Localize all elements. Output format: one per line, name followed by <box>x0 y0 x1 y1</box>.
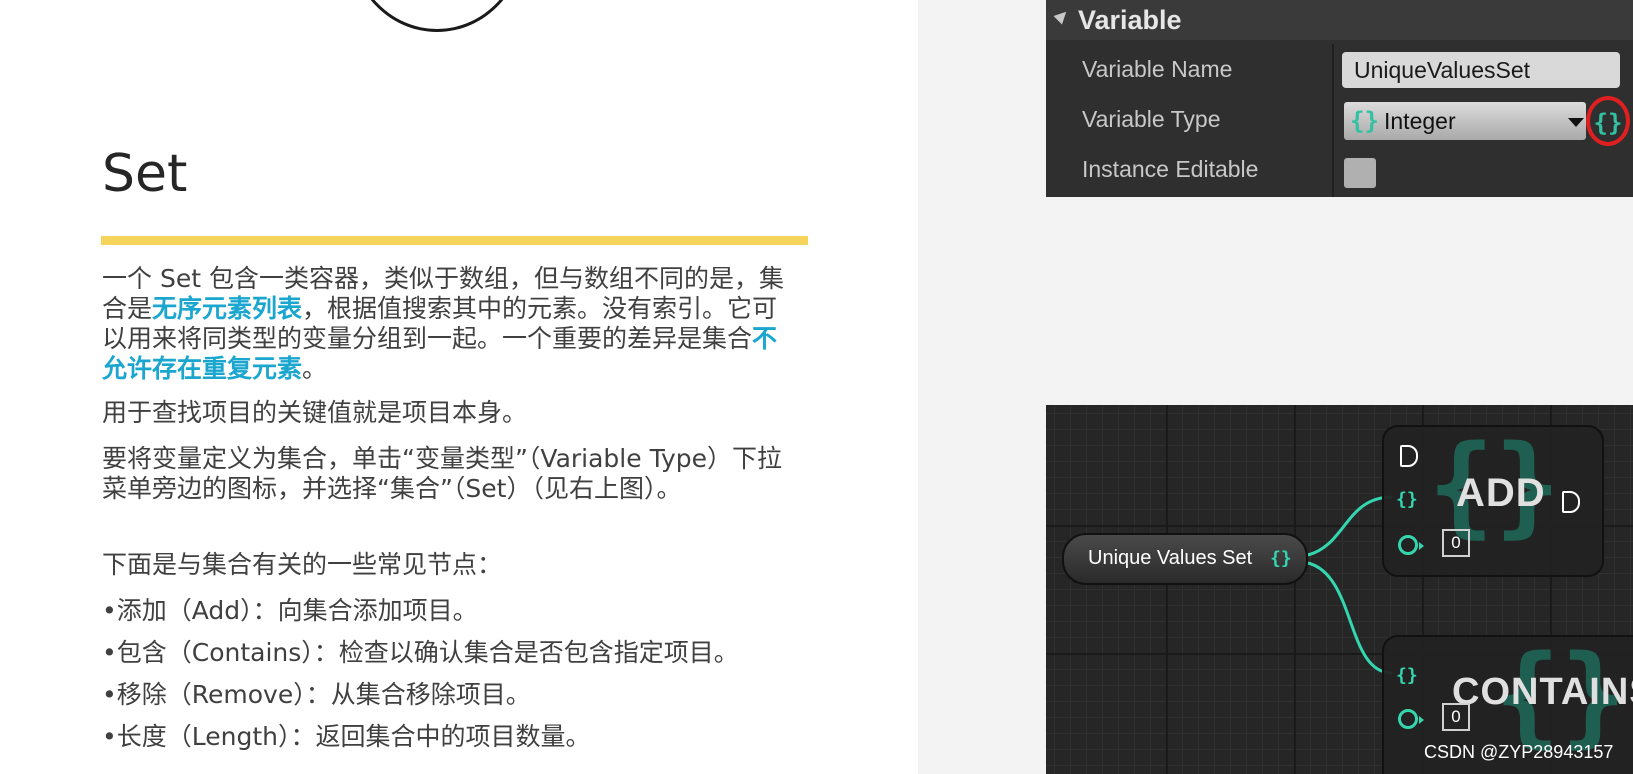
contains-node-title: CONTAINS <box>1452 671 1633 713</box>
exec-in-pin-icon[interactable] <box>1400 445 1418 467</box>
bullet-contains: •包含（Contains）：检查以确认集合是否包含指定项目。 <box>102 638 739 667</box>
wire-to-contains <box>1307 561 1393 675</box>
variable-type-value: Integer <box>1384 108 1456 134</box>
variable-type-label: Variable Type <box>1082 106 1221 132</box>
section-title: Variable <box>1078 5 1182 35</box>
watermark: CSDN @ZYP28943157 <box>1424 742 1614 762</box>
chevron-down-icon <box>1568 118 1584 127</box>
add-node-title: ADD <box>1456 471 1546 515</box>
title-underline <box>101 236 808 245</box>
variable-name-label: Variable Name <box>1082 56 1233 82</box>
nodes-intro: 下面是与集合有关的一些常见节点： <box>102 550 503 579</box>
add-node[interactable]: {} ADD {} 0 <box>1382 421 1604 577</box>
collapse-triangle-icon[interactable] <box>1053 7 1071 25</box>
set-type-icon: {} <box>1350 107 1379 135</box>
int-input-pin-icon[interactable] <box>1398 709 1424 729</box>
intro-text-c: 。 <box>302 354 328 383</box>
bullet-length: •长度（Length）：返回集合中的项目数量。 <box>102 722 591 751</box>
instance-editable-checkbox[interactable] <box>1344 158 1376 188</box>
variable-details-panel: Variable Variable Name Variable Type Ins… <box>1046 0 1633 197</box>
section-header[interactable]: Variable <box>1046 0 1633 40</box>
define-paragraph: 要将变量定义为集合，单击“变量类型”（Variable Type）下拉菜单旁边的… <box>102 444 782 503</box>
key-paragraph: 用于查找项目的关键值就是项目本身。 <box>102 398 528 427</box>
add-int-default[interactable]: 0 <box>1442 529 1470 557</box>
slide-text-area: Set 一个 Set 包含一类容器，类似于数组，但与数组不同的是，集合是无序元素… <box>0 0 918 774</box>
bullet-add: •添加（Add）：向集合添加项目。 <box>102 596 478 625</box>
instance-editable-label: Instance Editable <box>1082 156 1259 182</box>
variable-type-dropdown[interactable]: {} Integer <box>1344 102 1586 140</box>
add-set-pin-icon[interactable]: {} <box>1396 489 1418 510</box>
highlight-unordered: 无序元素列表 <box>152 294 303 323</box>
blueprint-graph[interactable]: Unique Values Set {} {} ADD {} 0 {} {} C… <box>1046 405 1633 774</box>
exec-out-pin-icon[interactable] <box>1562 491 1580 513</box>
variable-get-node[interactable]: Unique Values Set {} <box>1062 533 1308 585</box>
set-output-pin-icon[interactable]: {} <box>1270 548 1292 569</box>
wire-to-add <box>1307 495 1393 557</box>
int-input-pin-icon[interactable] <box>1398 535 1424 555</box>
bullet-remove: •移除（Remove）：从集合移除项目。 <box>102 680 531 709</box>
contains-int-default[interactable]: 0 <box>1442 703 1470 731</box>
container-type-button[interactable]: {} <box>1586 96 1630 146</box>
slide-title: Set <box>102 144 188 204</box>
decorative-circle <box>348 0 526 32</box>
contains-set-pin-icon[interactable]: {} <box>1396 665 1418 686</box>
variable-name-field[interactable]: UniqueValuesSet <box>1342 52 1620 88</box>
column-divider <box>1332 44 1334 197</box>
variable-node-label: Unique Values Set <box>1088 547 1253 569</box>
intro-paragraph: 一个 Set 包含一类容器，类似于数组，但与数组不同的是，集合是无序元素列表，根… <box>102 264 802 384</box>
